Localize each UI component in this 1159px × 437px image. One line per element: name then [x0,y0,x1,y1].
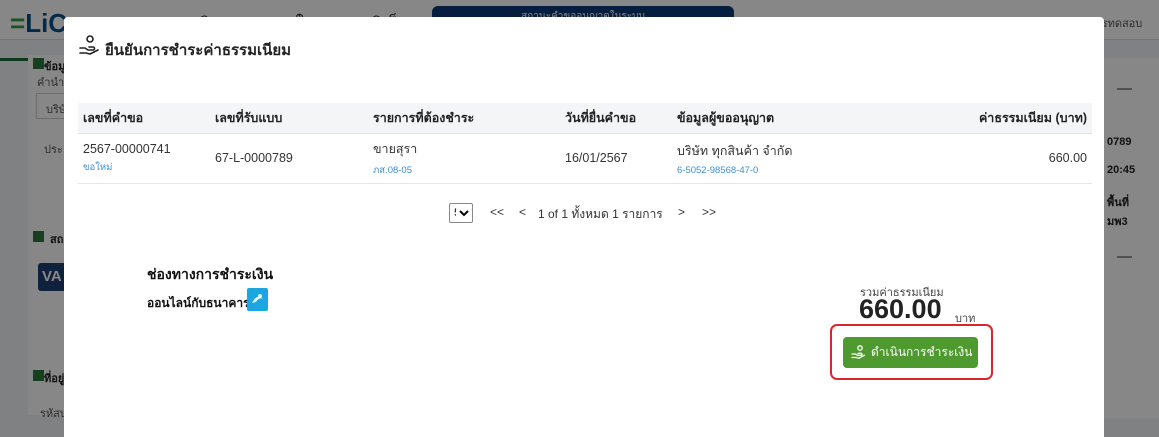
fee-cell: 660.00 [922,133,1092,184]
request-no-cell: 2567-00000741 ขอใหม่ [78,133,210,184]
bank-logo-icon [247,288,268,311]
applicant-name: บริษัท ทุกสินค้า จำกัด [677,143,793,158]
next-page-button[interactable]: > [678,205,685,219]
first-page-button[interactable]: << [490,205,504,219]
column-header: วันที่ยื่นคำขอ [560,103,672,134]
hand-coin-icon [851,345,866,359]
column-header: ค่าธรรมเนียม (บาท) [922,103,1092,134]
fee-table: เลขที่คำขอ เลขที่รับแบบ รายการที่ต้องชำร… [78,103,1092,184]
proceed-payment-label: ดำเนินการชำระเงิน [871,345,973,359]
column-header: รายการที่ต้องชำระ [368,103,560,134]
payment-channel-heading: ช่องทางการชำระเงิน [147,266,274,282]
item-cell: ขายสุรา ภส.08-05 [368,133,560,184]
payment-confirm-modal: ยืนยันการชำระค่าธรรมเนียม เลขที่คำขอ เลข… [64,17,1104,437]
table-row: 2567-00000741 ขอใหม่ 67-L-0000789 ขายสุร… [78,133,1092,184]
online-bank-label: ออนไลน์กับธนาคาร [147,296,250,310]
applicant-tax-id-link[interactable]: 6-5052-98568-47-0 [677,165,917,176]
column-header: เลขที่คำขอ [78,103,210,134]
column-header: ข้อมูลผู้ขออนุญาต [672,103,922,134]
table-header-row: เลขที่คำขอ เลขที่รับแบบ รายการที่ต้องชำร… [78,103,1092,134]
page-info: 1 of 1 ทั้งหมด 1 รายการ [538,207,663,221]
page-size-select[interactable]: 5 [449,203,473,223]
applicant-cell: บริษัท ทุกสินค้า จำกัด 6-5052-98568-47-0 [672,133,922,184]
hand-coin-icon [79,35,99,55]
modal-title: ยืนยันการชำระค่าธรรมเนียม [105,42,292,59]
item-code-link[interactable]: ภส.08-05 [373,163,555,178]
date-cell: 16/01/2567 [560,133,672,184]
proceed-payment-button[interactable]: ดำเนินการชำระเงิน [843,337,978,368]
prev-page-button[interactable]: < [519,205,526,219]
column-header: เลขที่รับแบบ [210,103,368,134]
modal-header: ยืนยันการชำระค่าธรรมเนียม [64,17,1104,77]
last-page-button[interactable]: >> [702,205,716,219]
request-type-link[interactable]: ขอใหม่ [83,160,205,175]
form-no-cell: 67-L-0000789 [210,133,368,184]
request-no: 2567-00000741 [83,141,171,156]
total-fee-amount: 660.00 [859,294,942,324]
item-name: ขายสุรา [373,141,418,156]
